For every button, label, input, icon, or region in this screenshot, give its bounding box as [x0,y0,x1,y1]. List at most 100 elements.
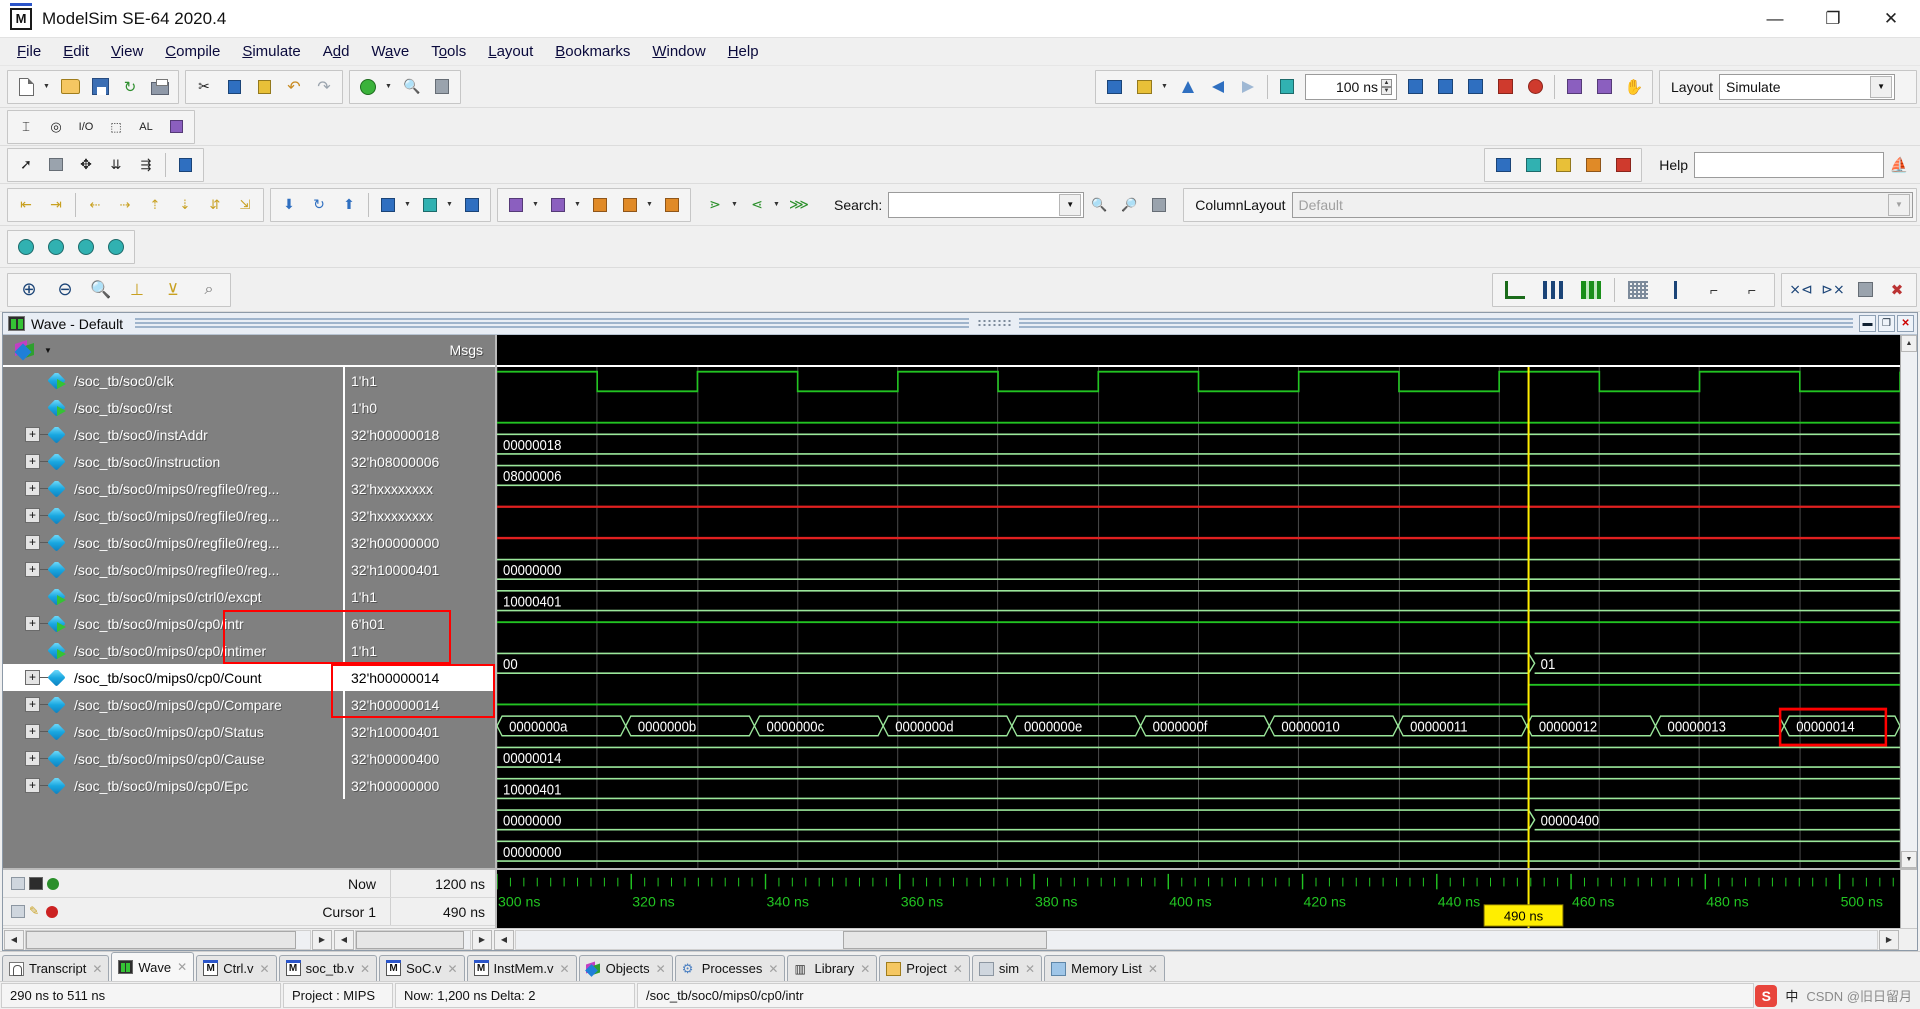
value-hscroll-track[interactable] [355,929,471,950]
stop-button[interactable] [1521,73,1549,101]
signal-value-cell[interactable]: 32'h00000014 [343,664,495,691]
tab-ctrl-v[interactable]: M Ctrl.v ✕ [196,955,277,981]
wave-scale-icon[interactable] [374,191,402,219]
cursor-loop-icon[interactable]: ↻ [305,191,333,219]
signal-value-cell[interactable]: 1'h1 [343,637,495,664]
menu-window[interactable]: Window [641,40,716,63]
expand-toggle-icon[interactable]: + [25,481,40,496]
pan-hand-icon[interactable]: ✋ [1620,73,1648,101]
tab-close-icon[interactable]: ✕ [260,962,270,976]
expand-toggle-icon[interactable]: + [25,751,40,766]
bookmark-view-icon[interactable] [1519,151,1547,179]
search-prev-icon[interactable]: 🔍 [1085,191,1113,219]
signal-value-cell[interactable]: 32'h00000014 [343,691,495,718]
ime-language[interactable]: 中 [1785,986,1798,1005]
signal-name-cell[interactable]: + /soc_tb/soc0/mips0/cp0/Epc [3,777,343,794]
signal-row[interactable]: + /soc_tb/soc0/mips0/cp0/Cause 32'h0000040… [3,745,495,772]
signal-value-cell[interactable]: 32'h10000401 [343,556,495,583]
break-button[interactable] [1491,73,1519,101]
group-delete-icon[interactable] [658,191,686,219]
name-scroll-right-button[interactable]: ▶ [312,929,332,950]
tab-close-icon[interactable]: ✕ [360,962,370,976]
tab-instmem-v[interactable]: M InstMem.v ✕ [466,955,577,981]
signal-row[interactable]: + /soc_tb/soc0/mips0/cp0/Compare 32'h00000… [3,691,495,718]
signal-name-cell[interactable]: + /soc_tb/soc0/instAddr [3,426,343,443]
group-edit-dropdown[interactable]: ▼ [574,191,584,219]
signal-name-cell[interactable]: + /soc_tb/soc0/mips0/regfile0/reg... [3,561,343,578]
signal-row[interactable]: + /soc_tb/soc0/mips0/regfile0/reg... 32'h1… [3,556,495,583]
insert-before-icon[interactable]: ⇤ [12,191,40,219]
signal-name-cell[interactable]: + /soc_tb/soc0/mips0/cp0/Compare [3,696,343,713]
signal-row[interactable]: + /soc_tb/soc0/instAddr 32'h00000018 [3,421,495,448]
menu-view[interactable]: View [100,40,154,63]
signal-name-cell[interactable]: + /soc_tb/soc0/mips0/cp0/intr [3,615,343,632]
compile-dropdown[interactable]: ▼ [384,73,396,101]
wave-restore-button[interactable]: ❐ [1878,315,1896,332]
menu-add[interactable]: Add [312,40,361,63]
align-up-icon[interactable]: ⇡ [141,191,169,219]
tab-objects[interactable]: Objects ✕ [578,955,673,981]
search-input[interactable]: ▼ [888,191,1085,218]
signal-value-cell[interactable]: 32'h00000018 [343,421,495,448]
menu-simulate[interactable]: Simulate [231,40,311,63]
paste-icon[interactable] [250,73,278,101]
move-icon[interactable]: ✥ [72,151,100,179]
io-filter-icon[interactable]: I/O [72,113,100,141]
box-select-icon[interactable]: ⬚ [102,113,130,141]
minimize-button[interactable]: — [1746,0,1804,37]
remove-cursor-icon[interactable] [46,905,58,918]
prefs-1-icon[interactable] [12,233,40,261]
wave-titlebar-dots[interactable] [977,319,1012,328]
expand-toggle-icon[interactable]: + [25,427,40,442]
name-hscroll[interactable]: ◀ ▶ [3,929,333,950]
signal-value-cell[interactable]: 32'h10000401 [343,718,495,745]
grid-icon[interactable] [1549,151,1577,179]
tab-soc-v[interactable]: M SoC.v ✕ [379,955,465,981]
bookmark-delete-icon[interactable] [1609,151,1637,179]
signal-value-cell[interactable]: 1'h0 [343,394,495,421]
all-signals-icon[interactable]: AL [132,113,160,141]
cursor-edit-icon[interactable]: ✎ [29,905,42,918]
expand-all-icon[interactable]: ⋗ [701,191,729,219]
tab-project[interactable]: Project ✕ [879,955,970,981]
waveform-vertical-scrollbar[interactable]: ▲ ▼ [1900,335,1917,868]
cursor-lock-icon[interactable] [11,905,25,918]
wave-expand-icon[interactable] [458,191,486,219]
list-view-icon[interactable] [1590,73,1618,101]
expand-sel-icon[interactable]: ⋙ [785,191,813,219]
signal-row[interactable]: /soc_tb/soc0/clk 1'h1 [3,367,495,394]
signal-row[interactable]: /soc_tb/soc0/mips0/cp0/intimer 1'h1 [3,637,495,664]
run-wave-icon[interactable] [171,151,199,179]
run-icon[interactable] [1130,73,1158,101]
signal-name-cell[interactable]: /soc_tb/soc0/mips0/ctrl0/excpt [3,588,343,605]
signal-row[interactable]: /soc_tb/soc0/rst 1'h0 [3,394,495,421]
name-hscroll-track[interactable] [25,929,311,950]
menu-edit[interactable]: Edit [52,40,100,63]
group-create-dropdown[interactable]: ▼ [532,191,542,219]
ime-logo-icon[interactable]: S [1755,984,1778,1007]
add-cursor-icon[interactable] [47,877,59,890]
zoom-select-icon[interactable]: ⌕ [192,276,226,304]
zoom-range-icon[interactable]: ⊻ [156,276,190,304]
menu-wave[interactable]: Wave [360,40,420,63]
signal-value-cell[interactable]: 32'hxxxxxxxx [343,475,495,502]
signal-name-cell[interactable]: + /soc_tb/soc0/instruction [3,453,343,470]
new-file-dropdown[interactable]: ▼ [42,73,54,101]
align-fit-icon[interactable]: ⇲ [231,191,259,219]
wave-props-icon[interactable] [1850,276,1880,304]
run-length-input[interactable]: 100 ns ▲ ▼ [1305,73,1397,100]
tab-close-icon[interactable]: ✕ [1148,962,1158,976]
signal-row[interactable]: + /soc_tb/soc0/mips0/cp0/intr 6'h01 [3,610,495,637]
signal-name-cell[interactable]: + /soc_tb/soc0/mips0/cp0/Status [3,723,343,740]
insert-cursor-icon[interactable]: ⌶ [12,113,40,141]
waveform-canvas[interactable]: 00000018 08000006 00000000 10000401 00 01 0000… [497,367,1900,868]
delete-all-cursors-icon[interactable]: ⊳⨯ [1818,276,1848,304]
menu-bookmarks[interactable]: Bookmarks [544,40,641,63]
format-analog-icon[interactable] [1573,276,1609,304]
scroll-down-button[interactable]: ▼ [1901,851,1917,868]
help-input[interactable] [1694,151,1884,178]
print-button[interactable] [146,73,174,101]
signal-name-cell[interactable]: /soc_tb/soc0/mips0/cp0/intimer [3,642,343,659]
new-file-button[interactable] [12,73,40,101]
menu-help[interactable]: Help [717,40,770,63]
